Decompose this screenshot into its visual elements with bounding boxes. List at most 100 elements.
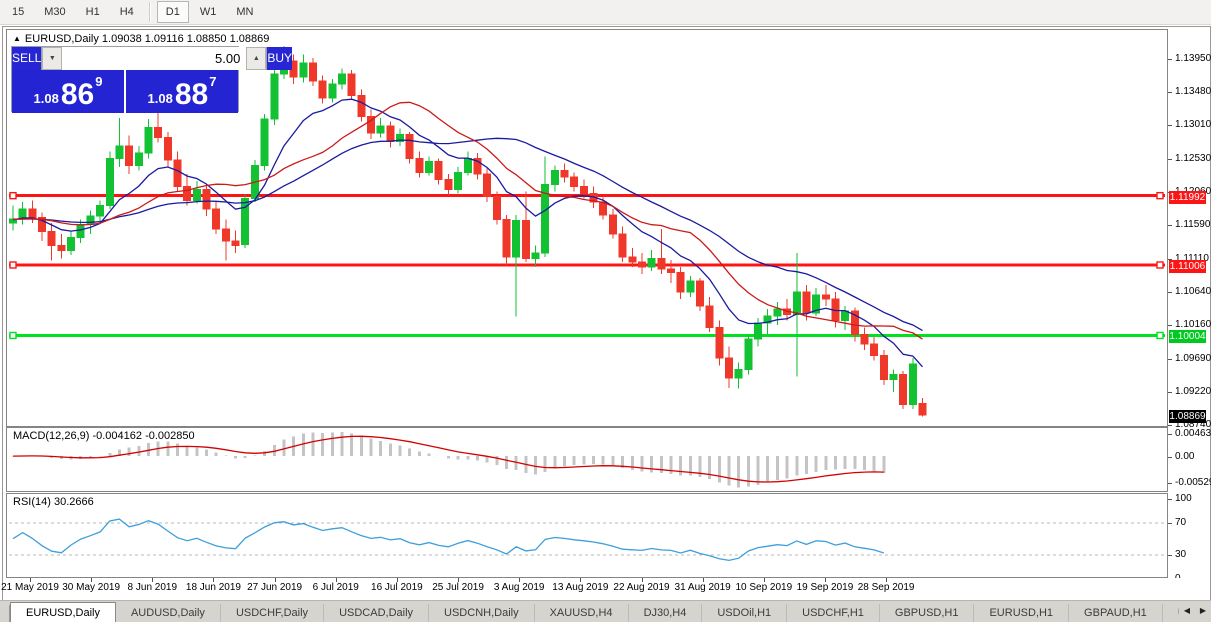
chart-tab-usdchf-daily[interactable]: USDCHF,Daily — [220, 604, 325, 622]
volume-spinner: ▼ ▲ — [41, 47, 268, 70]
macd-tick-mark — [1168, 457, 1172, 458]
rsi-tick-label: 30 — [1175, 549, 1187, 560]
rsi-pane[interactable] — [6, 493, 1168, 578]
trading-platform-window: 15 M30 H1 H4 D1 W1 MN ▲ EURUSD,Daily 1.09038 1.… — [0, 0, 1211, 622]
buy-price-display[interactable]: 1.08 88 7 — [126, 70, 238, 113]
chart-tab-audusd-daily[interactable]: AUDUSD,Daily — [115, 604, 221, 622]
price-tick-label: 1.13480 — [1175, 86, 1211, 98]
timeframe-button-h1[interactable]: H1 — [77, 1, 109, 23]
price-tick-mark — [1168, 224, 1172, 226]
macd-tick-mark — [1168, 483, 1172, 485]
chart-tab-dj30-h4[interactable]: DJ30,H4 — [628, 604, 703, 622]
price-tick-mark — [1168, 59, 1172, 60]
chart-window: ▲ EURUSD,Daily 1.09038 1.09116 1.08850 1.… — [1, 26, 1211, 601]
timeframe-button-w1[interactable]: W1 — [191, 1, 226, 23]
price-tick-label: 1.11590 — [1175, 218, 1211, 230]
price-tick-mark — [1168, 391, 1172, 393]
line-handle[interactable] — [9, 261, 17, 269]
tab-scroll-right-icon[interactable]: ▶ — [1195, 601, 1211, 621]
line-handle[interactable] — [9, 331, 17, 340]
tab-scroll-arrows: ◀ ▶ — [1179, 601, 1211, 622]
horizontal-line-1.11006[interactable] — [9, 261, 1165, 269]
rsi-line — [12, 518, 884, 562]
buy-price-big: 88 — [174, 78, 209, 111]
chart-tab-gbpusd-h1[interactable]: GBPUSD,H1 — [879, 604, 975, 622]
date-label: 30 May 2019 — [62, 582, 121, 593]
macd-tick-label: -0.005299 — [1175, 477, 1211, 489]
timeframe-button-d1[interactable]: D1 — [156, 1, 189, 23]
timeframe-button-15[interactable]: 15 — [3, 1, 33, 23]
sell-price-pip: 9 — [95, 74, 103, 89]
price-tag-1.08869: 1.08869 — [1169, 410, 1206, 424]
price-tick-mark — [1168, 158, 1172, 160]
chart-tab-gbpaud-h1[interactable]: GBPAUD,H1 — [1069, 604, 1163, 622]
macd-tick-label: 0.00463 — [1175, 427, 1211, 439]
price-tick-label: 1.10640 — [1175, 285, 1211, 297]
price-tick-mark — [1168, 425, 1172, 427]
volume-increase-icon[interactable]: ▲ — [246, 47, 267, 70]
date-label: 18 Jun 2019 — [185, 582, 241, 593]
price-tick-mark — [1168, 125, 1172, 127]
rsi-tick-label: 70 — [1175, 517, 1187, 528]
rsi-canvas — [9, 518, 1165, 562]
horizontal-line-1.10004[interactable] — [9, 331, 1165, 340]
timeframe-toolbar: 15 M30 H1 H4 D1 W1 MN — [0, 0, 1211, 25]
chart-title-text: EURUSD,Daily 1.09038 1.09116 1.08850 1.0… — [24, 33, 270, 45]
chart-tab-usdcad-daily[interactable]: USDCAD,Daily — [324, 604, 430, 622]
one-click-trading-panel: SELL ▼ ▲ BUY 1.08869 1.08887 — [11, 46, 293, 113]
date-axis: 21 May 2019 30 May 2019 8 Jun 2019 18 Jun 2… — [1, 578, 1208, 598]
rsi-tick-mark — [1168, 523, 1172, 524]
price-tick-label: 1.13950 — [1175, 53, 1211, 64]
price-tick-mark — [1168, 358, 1172, 360]
macd-tick-label: 0.00 — [1175, 451, 1195, 462]
sell-price-display[interactable]: 1.08 86 9 — [12, 70, 124, 113]
volume-input[interactable] — [62, 47, 247, 70]
chart-tab-bar: EURUSD,Daily AUDUSD,Daily USDCHF,Daily USDC… — [0, 600, 1211, 622]
line-handle[interactable] — [9, 191, 17, 200]
date-label: 28 Sep 2019 — [857, 582, 915, 593]
volume-decrease-icon[interactable]: ▼ — [42, 47, 63, 70]
timeframe-button-m30[interactable]: M30 — [35, 1, 74, 23]
price-tag-1.10004: 1.10004 — [1169, 330, 1206, 344]
date-label: 25 Jul 2019 — [432, 582, 484, 593]
price-tick-label: 1.13010 — [1175, 119, 1211, 131]
timeframe-button-h4[interactable]: H4 — [111, 1, 143, 23]
timeframe-button-mn[interactable]: MN — [227, 1, 262, 23]
sell-price-base: 1.08 — [33, 91, 59, 106]
date-label: 22 Aug 2019 — [613, 582, 670, 593]
price-tick-mark — [1168, 92, 1172, 94]
buy-button[interactable]: BUY — [267, 47, 293, 70]
macd-signal-line — [12, 435, 884, 483]
macd-tick-mark — [1168, 433, 1172, 435]
price-tick-label: 1.09220 — [1175, 385, 1211, 397]
date-label: 6 Jul 2019 — [312, 582, 359, 593]
chart-tab-xauusd-h4[interactable]: XAUUSD,H4 — [534, 604, 629, 622]
macd-indicator-label: MACD(12,26,9) -0.004162 -0.002850 — [13, 430, 195, 442]
date-label: 16 Jul 2019 — [371, 582, 423, 593]
price-tag-1.11992: 1.11992 — [1169, 190, 1206, 204]
chart-tab-usdchf-h1[interactable]: USDCHF,H1 — [787, 604, 880, 622]
tab-scroll-left-icon[interactable]: ◀ — [1179, 601, 1195, 621]
sell-price-big: 86 — [60, 78, 95, 111]
rsi-tick-mark — [1168, 499, 1172, 500]
chart-tab-usdcnh-daily[interactable]: USDCNH,Daily — [429, 604, 535, 622]
price-tick-mark — [1168, 325, 1172, 327]
chart-tab-eurusd-daily[interactable]: EURUSD,Daily — [10, 602, 116, 622]
chart-tab-usdoil-h1[interactable]: USDOil,H1 — [702, 604, 788, 622]
date-label: 31 Aug 2019 — [674, 582, 731, 593]
buy-price-base: 1.08 — [147, 91, 173, 106]
price-axis: 1.139501.134801.130101.125301.120601.115… — [1168, 29, 1211, 584]
collapse-arrow-icon[interactable]: ▲ — [13, 34, 21, 43]
price-tick-label: 1.10160 — [1175, 319, 1211, 331]
sell-button[interactable]: SELL — [12, 47, 42, 70]
rsi-tick-label: 100 — [1175, 493, 1192, 504]
rsi-tick-mark — [1168, 555, 1172, 556]
price-tick-label: 1.09690 — [1175, 352, 1211, 364]
date-label: 3 Aug 2019 — [493, 582, 545, 593]
tab-bar-grip — [0, 605, 10, 622]
date-label: 13 Aug 2019 — [552, 582, 609, 593]
date-label: 19 Sep 2019 — [796, 582, 854, 593]
price-tick-label: 1.12530 — [1175, 152, 1211, 164]
date-label: 8 Jun 2019 — [127, 582, 178, 593]
chart-tab-eurusd-h1[interactable]: EURUSD,H1 — [974, 604, 1070, 622]
